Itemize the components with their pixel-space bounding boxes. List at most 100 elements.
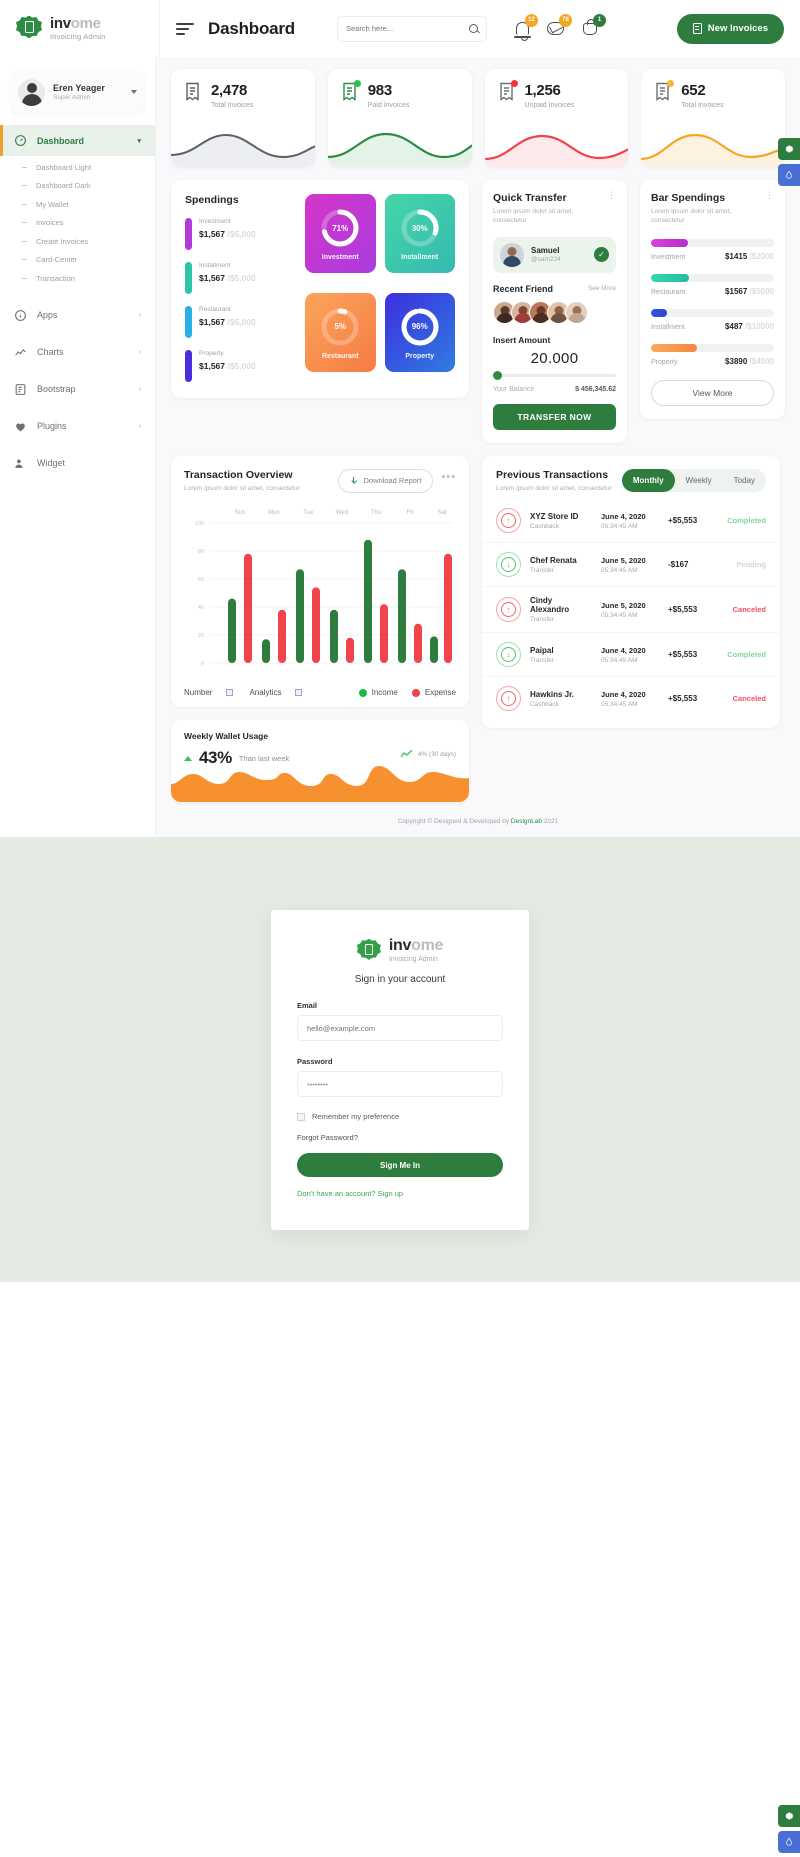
tab-monthly[interactable]: Monthly — [621, 468, 675, 492]
view-more-button[interactable]: View More — [651, 379, 774, 406]
sidebar-item-dashboard[interactable]: Dashboard ▾ — [0, 125, 155, 156]
spending-item[interactable]: Restaurant $1,567 /$5,000 — [185, 306, 295, 338]
analytics-checkbox[interactable] — [295, 689, 303, 697]
chevron-right-icon[interactable]: › — [139, 386, 141, 393]
transfer-amount-value[interactable]: 20.000 — [493, 350, 616, 367]
transfer-now-button[interactable]: TRANSFER NOW — [493, 403, 616, 430]
droplet-icon[interactable] — [778, 164, 800, 186]
chevron-right-icon[interactable]: › — [139, 349, 141, 356]
search-icon[interactable] — [469, 24, 478, 33]
sidebar-item-charts[interactable]: Charts › — [0, 337, 155, 368]
messages-button[interactable]: 78 — [547, 13, 572, 39]
bar-spending-row[interactable]: Property $3890 /$4000 — [651, 343, 774, 366]
chevron-right-icon[interactable]: › — [139, 423, 141, 430]
droplet-icon[interactable] — [778, 1831, 800, 1854]
remember-checkbox[interactable] — [297, 1112, 305, 1121]
sign-in-button[interactable]: Sign Me In — [297, 1153, 503, 1178]
sidebar-item-label: Charts — [37, 347, 64, 357]
bar-spending-row[interactable]: Restaurant $1567 /$5000 — [651, 273, 774, 296]
slider-handle[interactable] — [493, 370, 502, 380]
email-field[interactable] — [297, 1015, 503, 1042]
table-row[interactable]: ↑ XYZ Store ID Cashback June 4, 2020 05:… — [482, 499, 780, 544]
number-checkbox[interactable] — [226, 689, 234, 697]
status-dot — [353, 80, 361, 87]
legend-expense[interactable]: Expense — [411, 688, 456, 697]
new-invoices-button[interactable]: New Invoices — [676, 13, 784, 44]
bar-spending-name: Installment — [651, 323, 685, 331]
notifications-button[interactable]: 12 — [513, 13, 538, 41]
selected-recipient[interactable]: Samuel @sam224 ✓ — [493, 236, 616, 273]
donut-label: Property — [405, 352, 435, 360]
table-row[interactable]: ↓ Paipal Transfer June 4, 2020 05:34:45 … — [482, 633, 780, 678]
chevron-right-icon[interactable]: › — [139, 312, 141, 319]
donut-tile-investment[interactable]: 71% Investment — [305, 194, 376, 273]
sidebar-item-plugins[interactable]: Plugins › — [0, 411, 155, 442]
transaction-type: Cashback — [530, 522, 559, 530]
arrow-down-icon: ↓ — [496, 642, 521, 668]
cart-button[interactable]: 1 — [581, 13, 606, 39]
bookmark-icon — [342, 80, 361, 101]
table-row[interactable]: ↓ Chef Renata Transfer June 5, 2020 05:3… — [482, 543, 780, 588]
signup-link[interactable]: Sign up — [378, 1189, 403, 1198]
sidebar-subitem-invoices[interactable]: Invoices — [0, 214, 155, 233]
bar-spending-amount: $3890 — [725, 356, 748, 366]
stat-value: 1,256 — [524, 82, 561, 99]
tab-weekly[interactable]: Weekly — [675, 469, 723, 492]
more-options-icon[interactable]: ⋮ — [765, 190, 774, 199]
password-field[interactable] — [297, 1071, 503, 1098]
download-report-button[interactable]: Download Report — [338, 468, 434, 493]
chevron-down-icon[interactable]: ▾ — [137, 137, 141, 145]
stat-card-unpaid-invoices[interactable]: 1,256 Unpaid Invoices — [484, 69, 629, 167]
see-more-link[interactable]: See More — [588, 285, 616, 292]
stat-card-paid-invoices[interactable]: 983 Paid Invoices — [327, 69, 472, 167]
table-row[interactable]: ↑ Cindy Alexandro Transfer June 5, 2020 … — [482, 587, 780, 634]
wallet-usage-area-chart — [171, 766, 469, 803]
sidebar-subitem-create-invoices[interactable]: Create Invoices — [0, 232, 155, 251]
friend-avatar[interactable] — [565, 300, 588, 324]
transaction-time: 05:34:45 AM — [601, 522, 638, 530]
search-input[interactable] — [346, 24, 456, 33]
sidebar-subitem-transaction[interactable]: Transaction — [0, 269, 155, 288]
sidebar-subitem-dashboard-light[interactable]: Dashboard Light — [0, 158, 155, 177]
transaction-overview-title: Transaction Overview — [184, 468, 293, 481]
spending-item[interactable]: Property $1,567 /$5,000 — [185, 350, 295, 382]
gear-icon[interactable] — [778, 138, 800, 160]
legend-color-dot — [358, 688, 367, 697]
sidebar-item-apps[interactable]: Apps › — [0, 300, 155, 331]
spending-item[interactable]: Investment $1,567 /$5,000 — [185, 218, 295, 250]
bar-spending-row[interactable]: Installment $487 /$10000 — [651, 308, 774, 331]
spending-max: /$5,000 — [227, 229, 256, 239]
sidebar-item-bootstrap[interactable]: Bootstrap › — [0, 374, 155, 405]
sidebar-subitem-label: Dashboard Dark — [36, 181, 91, 191]
info-icon — [14, 309, 27, 322]
tab-today[interactable]: Today — [723, 469, 766, 492]
stat-value: 2,478 — [211, 82, 248, 99]
brand-logo[interactable]: invome Invoicing Admin — [0, 0, 160, 57]
donut-tile-installment[interactable]: 30% Installment — [384, 194, 455, 273]
transaction-overview-card: Transaction Overview Lorem ipsum dolor s… — [171, 455, 469, 708]
spending-item[interactable]: Installment $1,567 /$5,000 — [185, 262, 295, 294]
forgot-password-link[interactable]: Forgot Password? — [297, 1133, 503, 1142]
gear-icon[interactable] — [778, 1805, 800, 1828]
sidebar-subitem-card-center[interactable]: Card-Center — [0, 251, 155, 270]
chevron-down-icon[interactable] — [131, 90, 137, 94]
bar-spending-row[interactable]: Investment $1415 /$2000 — [651, 238, 774, 261]
donut-tile-restaurant[interactable]: 5% Restaurant — [305, 292, 376, 372]
sidebar-subitem-dashboard-dark[interactable]: Dashboard Dark — [0, 177, 155, 196]
more-options-icon[interactable]: ••• — [441, 472, 456, 482]
footer-link[interactable]: DesignLab — [511, 818, 542, 825]
donut-tile-property[interactable]: 96% Property — [384, 292, 455, 372]
legend-income[interactable]: Income — [358, 688, 398, 697]
search-box[interactable] — [337, 15, 487, 42]
menu-toggle-icon[interactable] — [176, 22, 194, 35]
table-row[interactable]: ↑ Hawkins Jr. Cashback June 4, 2020 05:3… — [482, 677, 780, 720]
sidebar-item-widget[interactable]: Widget — [0, 448, 155, 479]
bar-spending-max: /$10000 — [745, 321, 774, 331]
more-options-icon[interactable]: ⋮ — [607, 190, 616, 199]
amount-slider[interactable] — [493, 370, 616, 380]
stat-card-total-invoices[interactable]: 2,478 Total Invoices — [171, 69, 315, 167]
stat-card-total-invoices-2[interactable]: 652 Total Invoices — [641, 69, 785, 167]
sidebar-subitem-my-wallet[interactable]: My Wallet — [0, 195, 155, 214]
status-badge: Canceled — [732, 605, 766, 615]
user-profile-card[interactable]: Eren Yeager Super Admin — [10, 71, 145, 113]
